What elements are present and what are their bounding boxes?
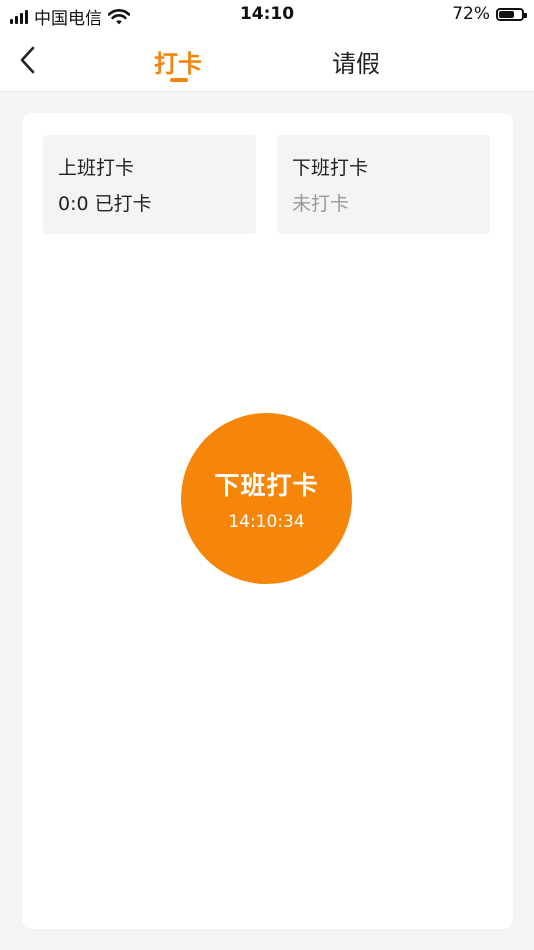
battery-level	[499, 10, 515, 18]
battery-icon	[496, 7, 527, 21]
status-bar: 中国电信 14:10 72%	[0, 0, 534, 30]
status-right: 72%	[452, 4, 527, 24]
chevron-left-icon	[20, 46, 35, 74]
clock-out-title: 下班打卡	[292, 157, 369, 179]
clock-out-button-label: 下班打卡	[214, 470, 319, 500]
tab-leave[interactable]: 请假	[332, 44, 380, 79]
clock-out-button[interactable]: 下班打卡 14:10:34	[181, 413, 352, 584]
nav-bar: 打卡 请假	[0, 30, 534, 92]
current-time: 14:10:34	[228, 511, 305, 532]
back-button[interactable]	[14, 42, 44, 78]
clock-out-status: 未打卡	[292, 193, 350, 215]
battery-percent: 72%	[452, 4, 490, 24]
clock-in-status: 0:0 已打卡	[58, 193, 152, 215]
clock-in-title: 上班打卡	[58, 157, 135, 179]
clock-in-status-box: 上班打卡 0:0 已打卡	[43, 135, 256, 234]
active-tab-indicator	[170, 78, 188, 82]
attendance-card: 上班打卡 0:0 已打卡 下班打卡 未打卡 下班打卡 14:10:34	[22, 113, 513, 929]
tab-clock-in[interactable]: 打卡	[154, 44, 202, 79]
clock-out-status-box: 下班打卡 未打卡	[277, 135, 490, 234]
